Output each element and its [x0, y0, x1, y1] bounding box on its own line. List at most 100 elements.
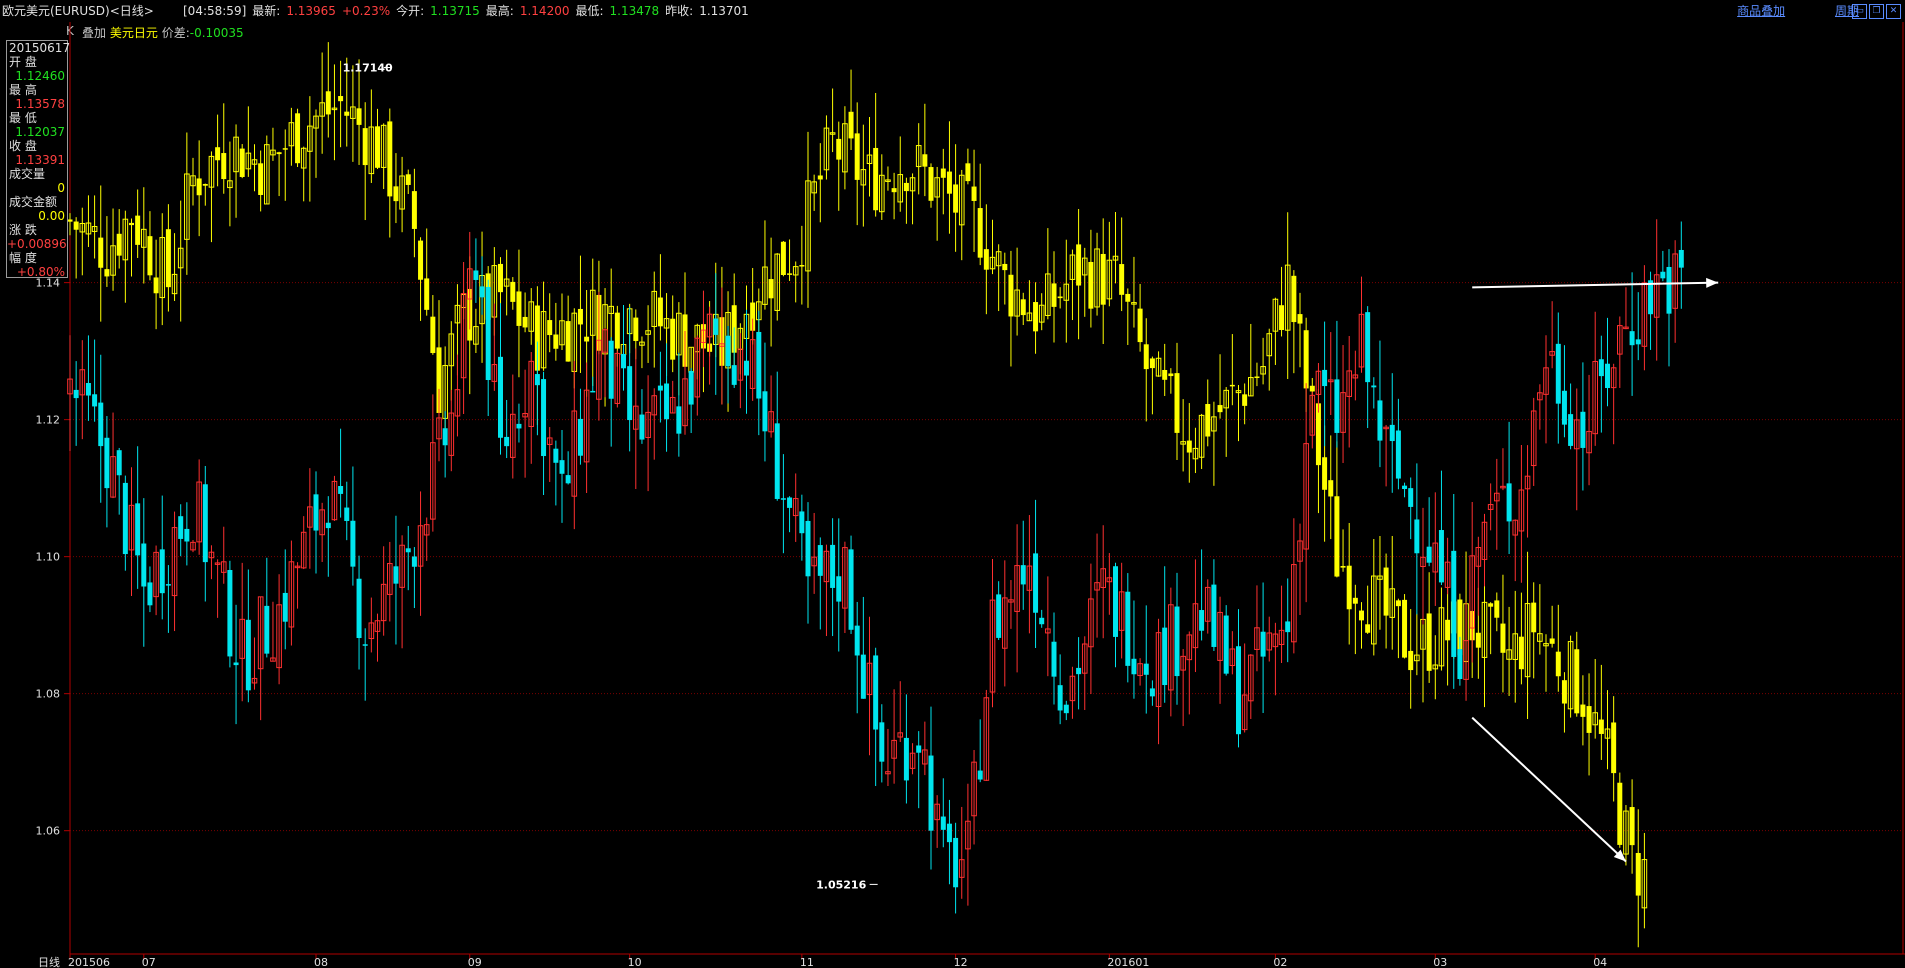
candle-main-body [1568, 414, 1574, 446]
candle-main-body [498, 356, 503, 438]
candle-overlay-body [239, 148, 245, 177]
candle-overlay-body [498, 263, 503, 293]
candle-overlay-body [1346, 565, 1352, 610]
candle-main-body [1555, 343, 1561, 404]
candle-overlay-body [1205, 404, 1211, 437]
candle-main-body [1666, 266, 1672, 314]
candle-main-body [762, 391, 768, 432]
candle-main-body [713, 318, 719, 335]
candle-main-body [830, 544, 836, 588]
info-value: 1.12460 [15, 69, 65, 83]
candle-overlay-body [1475, 632, 1481, 648]
candle-main-body [744, 360, 749, 376]
candle-overlay-body [817, 175, 823, 180]
info-value: 1.13391 [15, 153, 65, 167]
window-controls: ▭ ❐ ✕ [1852, 4, 1901, 19]
high-label: 最高: [485, 4, 514, 18]
y-tick-label: 1.06 [36, 825, 61, 838]
candle-main-body [860, 654, 866, 699]
trend-arrow-head [1706, 277, 1719, 288]
candle-overlay-body [577, 308, 583, 325]
candle-overlay-body [1168, 373, 1174, 377]
candle-main-body [233, 662, 239, 666]
restore-icon[interactable]: ❐ [1869, 4, 1884, 19]
x-tick-label: 201506 [68, 956, 110, 968]
candle-main-body [116, 450, 122, 476]
candle-main-body [362, 644, 368, 646]
candle-overlay-body [873, 147, 879, 211]
candle-main-body [1457, 649, 1463, 680]
info-label: 成交量 [9, 167, 46, 181]
candle-overlay-body [953, 184, 959, 213]
info-label: 涨 跌 [9, 223, 37, 237]
candle-overlay-body [116, 233, 122, 256]
candle-overlay-body [282, 148, 288, 150]
info-value: 0 [57, 181, 65, 195]
candle-main-body [657, 385, 663, 391]
candle-overlay-body [1088, 261, 1094, 309]
minimize-icon[interactable]: ▭ [1852, 4, 1867, 19]
candle-main-body [184, 528, 190, 542]
candle-main-body [805, 520, 811, 577]
candle-main-body [393, 566, 399, 584]
candle-main-body [848, 549, 854, 630]
candle-overlay-body [1149, 358, 1155, 369]
candle-main-body [516, 423, 522, 429]
candle-overlay-body [221, 153, 227, 180]
candle-overlay-body [202, 183, 208, 186]
info-label: 收 盘 [9, 139, 37, 153]
candle-overlay-body [1402, 599, 1408, 658]
candle-overlay-body [1254, 376, 1260, 379]
low-value: 1.13478 [609, 4, 660, 18]
candlestick-chart[interactable]: 1.061.081.101.121.14日线 201506 07 08 09 10 11 12… [0, 22, 1905, 968]
candle-main-body [442, 428, 448, 446]
candle-main-body [1598, 359, 1604, 377]
candle-main-body [756, 331, 762, 399]
candle-overlay-body [510, 281, 516, 302]
candle-main-body [1260, 631, 1266, 657]
info-value: 1.12037 [15, 125, 65, 139]
x-tick-label: 日线 [38, 955, 60, 968]
latest-value: 1.13965 [286, 4, 336, 18]
candle-overlay-body [1143, 344, 1149, 370]
close-icon[interactable]: ✕ [1886, 4, 1901, 19]
candle-main-body [731, 365, 737, 385]
candle-main-body [621, 353, 626, 369]
candle-main-body [313, 494, 319, 531]
candle-main-body [202, 484, 208, 563]
y-tick-label: 1.10 [36, 551, 61, 564]
candle-main-body [485, 286, 491, 381]
candle-main-body [1451, 550, 1457, 657]
candle-main-body [559, 460, 565, 474]
candle-overlay-body [1549, 638, 1555, 644]
candle-overlay-body [946, 171, 952, 194]
candle-overlay-body [848, 111, 854, 139]
candle-main-body [227, 569, 233, 657]
candle-overlay-body [1340, 565, 1346, 568]
candle-overlay-body [940, 168, 946, 178]
change-pct: +0.23% [341, 4, 391, 18]
candle-main-body [854, 625, 860, 656]
candle-overlay-body [67, 219, 73, 222]
quote-time: [04:58:59] [183, 4, 247, 18]
candle-main-body [1131, 658, 1137, 675]
candle-main-body [1223, 615, 1229, 674]
info-value: +0.00896 [7, 237, 67, 251]
overlay-link[interactable]: 商品叠加 [1737, 4, 1785, 18]
candle-overlay-body [73, 221, 79, 230]
candle-main-body [1377, 400, 1383, 441]
window-title: 欧元美元(EURUSD)<日线> [2, 4, 154, 18]
candle-main-body [1402, 485, 1408, 490]
candle-overlay-body [362, 128, 368, 166]
candle-main-body [817, 545, 823, 576]
candle-overlay-body [1322, 457, 1328, 490]
candle-overlay-body [393, 186, 399, 202]
candle-main-body [411, 556, 417, 567]
candle-overlay-body [104, 269, 110, 277]
info-label: 开 盘 [9, 55, 37, 69]
candle-overlay-body [430, 316, 436, 354]
candle-overlay-body [1555, 651, 1561, 677]
candle-main-body [799, 511, 805, 534]
candle-main-body [165, 584, 171, 586]
candle-overlay-body [891, 188, 897, 193]
